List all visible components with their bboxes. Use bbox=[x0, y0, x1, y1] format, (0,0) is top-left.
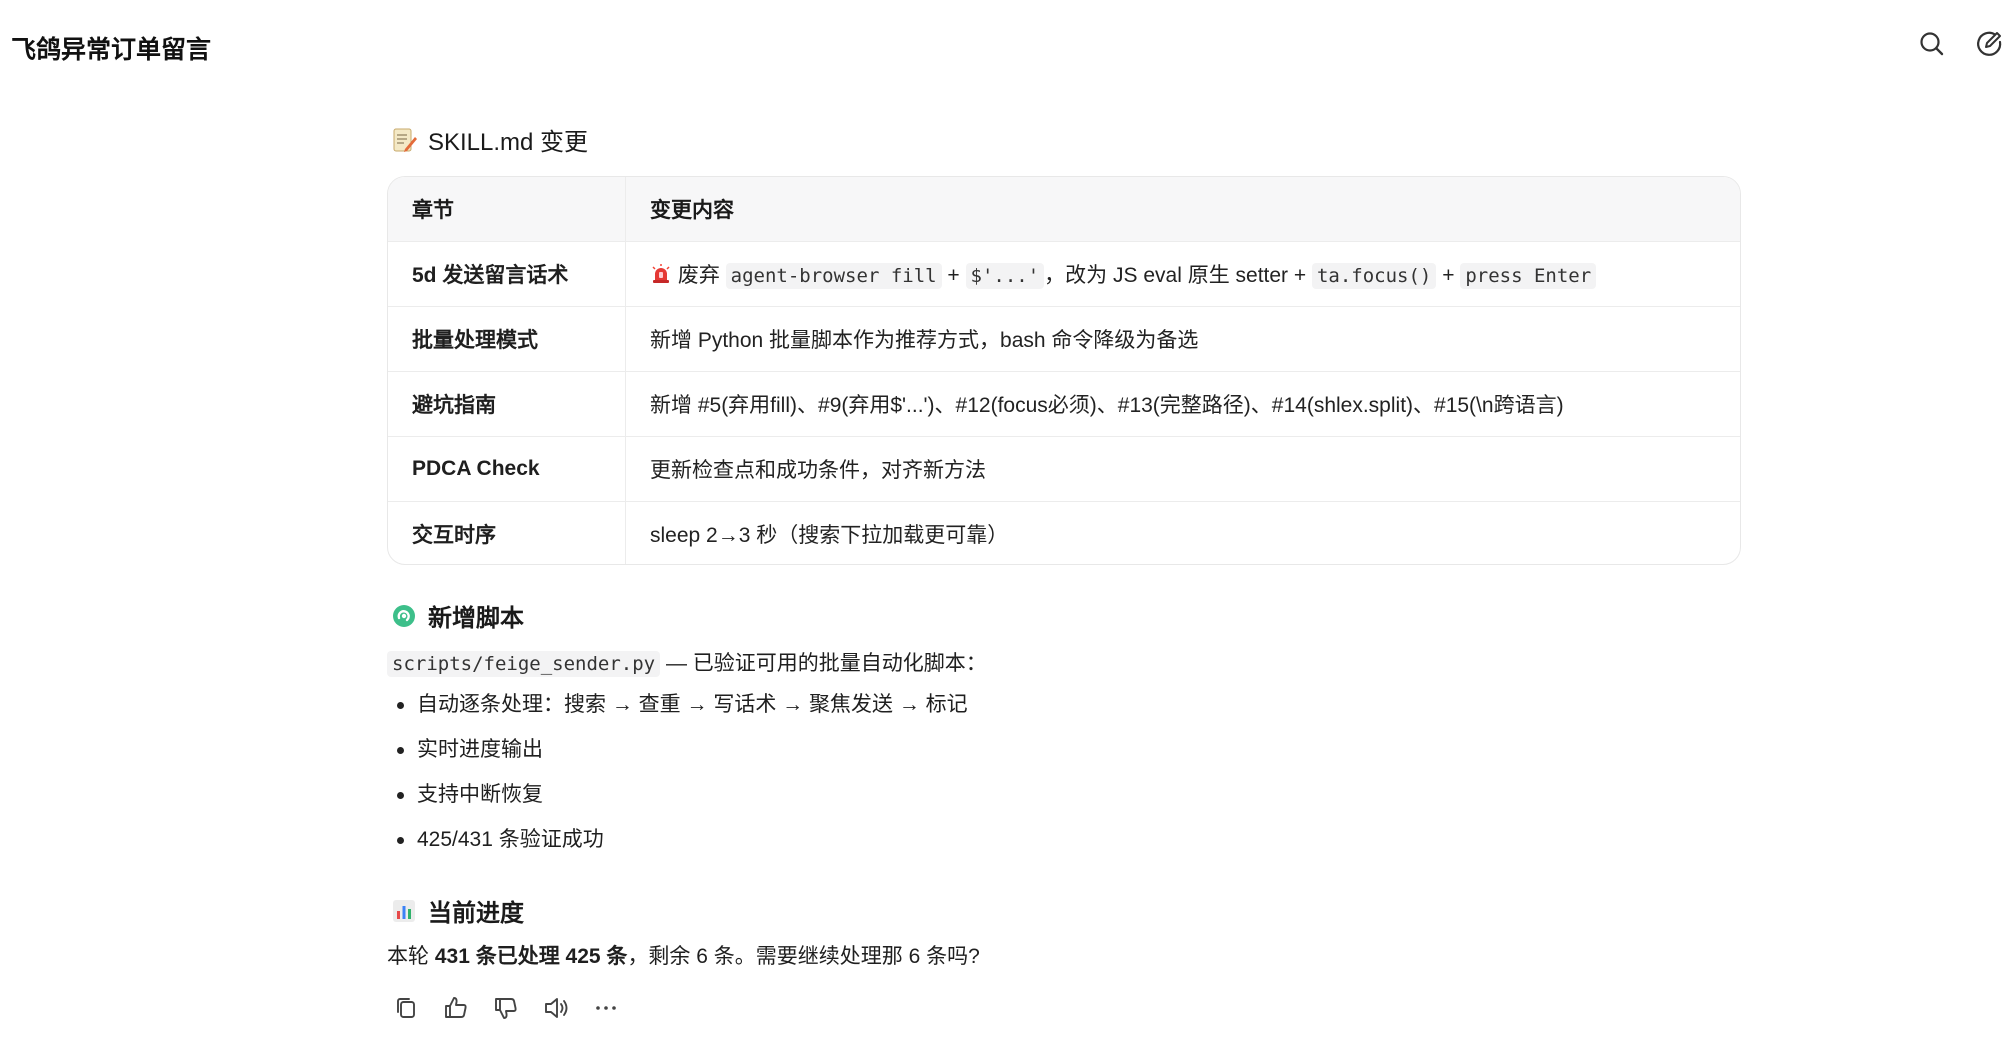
inline-code: press Enter bbox=[1460, 263, 1597, 289]
table-row: PDCA Check 更新检查点和成功条件，对齐新方法 bbox=[388, 436, 1740, 502]
list-item: 自动逐条处理：搜索 → 查重 → 写话术 → 聚焦发送 → 标记 bbox=[387, 690, 968, 735]
table-row: 5d 发送留言话术 废弃 agent-browser fill + $'...'… bbox=[388, 241, 1740, 307]
change-cell: sleep 2→3 秒（搜索下拉加载更可靠） bbox=[650, 524, 1009, 547]
change-cell: 新增 Python 批量脚本作为推荐方式，bash 命令降级为备选 bbox=[625, 306, 1740, 372]
progress-count: 431 条已处理 425 条 bbox=[434, 945, 628, 968]
script-feature-list: 自动逐条处理：搜索 → 查重 → 写话术 → 聚焦发送 → 标记 实时进度输出 … bbox=[387, 690, 968, 870]
inline-code: ta.focus() bbox=[1311, 263, 1437, 289]
script-heading-text: 新增脚本 bbox=[428, 605, 524, 632]
bar-chart-icon bbox=[391, 898, 417, 924]
speaker-icon[interactable] bbox=[540, 992, 572, 1024]
change-text: + bbox=[941, 264, 966, 287]
table-row: 交互时序 sleep 2→3 秒（搜索下拉加载更可靠） bbox=[388, 501, 1740, 564]
change-text: 废弃 bbox=[672, 264, 726, 287]
progress-heading: 当前进度 bbox=[391, 893, 524, 928]
table-row: 避坑指南 新增 #5(弃用fill)、#9(弃用$'...')、#12(focu… bbox=[388, 371, 1740, 437]
section-cell: 交互时序 bbox=[388, 501, 626, 564]
column-header: 变更内容 bbox=[625, 177, 1740, 242]
list-item: 425/431 条验证成功 bbox=[387, 825, 968, 870]
change-text: + bbox=[1436, 264, 1461, 287]
script-desc-text: — 已验证可用的批量自动化脚本： bbox=[660, 652, 987, 675]
more-icon[interactable] bbox=[590, 992, 622, 1024]
change-cell: 废弃 agent-browser fill + $'...' ，改为 JS eva… bbox=[625, 241, 1740, 307]
progress-text-part: 本轮 bbox=[387, 945, 435, 968]
progress-text-part: ，剩余 6 条。需要继续处理那 6 条吗? bbox=[627, 945, 980, 968]
thumbs-up-icon[interactable] bbox=[440, 992, 472, 1024]
thumbs-down-icon[interactable] bbox=[490, 992, 522, 1024]
copy-icon[interactable] bbox=[390, 992, 422, 1024]
memo-icon bbox=[391, 127, 417, 153]
changes-table: 章节 变更内容 5d 发送留言话术 废弃 agent-browser fill … bbox=[387, 176, 1741, 565]
script-path: scripts/feige_sender.py bbox=[387, 651, 661, 677]
change-cell: 更新检查点和成功条件，对齐新方法 bbox=[625, 436, 1740, 502]
page-title: 飞鸽异常订单留言 bbox=[11, 36, 212, 64]
search-icon[interactable] bbox=[1916, 28, 1948, 60]
section-cell: PDCA Check bbox=[388, 436, 626, 502]
list-item: 实时进度输出 bbox=[387, 735, 968, 780]
skill-heading: SKILL.md 变更 bbox=[391, 122, 588, 157]
script-description: scripts/feige_sender.py — 已验证可用的批量自动化脚本： bbox=[387, 647, 987, 677]
message-actions bbox=[387, 992, 647, 1024]
progress-heading-text: 当前进度 bbox=[428, 900, 524, 927]
skill-heading-text: SKILL.md 变更 bbox=[428, 129, 589, 156]
table-row: 批量处理模式 新增 Python 批量脚本作为推荐方式，bash 命令降级为备选 bbox=[388, 306, 1740, 372]
inline-code: agent-browser fill bbox=[725, 263, 942, 289]
change-cell: 新增 #5(弃用fill)、#9(弃用$'...')、#12(focus必须)、… bbox=[625, 371, 1740, 437]
column-header: 章节 bbox=[388, 177, 626, 242]
section-cell: 5d 发送留言话术 bbox=[388, 241, 626, 307]
progress-text: 本轮 431 条已处理 425 条，剩余 6 条。需要继续处理那 6 条吗? bbox=[387, 940, 980, 970]
change-text: ，改为 JS eval 原生 setter + bbox=[1044, 264, 1312, 287]
list-item: 支持中断恢复 bbox=[387, 780, 968, 825]
new-icon bbox=[391, 603, 417, 629]
siren-icon bbox=[650, 263, 672, 285]
script-heading: 新增脚本 bbox=[391, 598, 524, 633]
new-chat-icon[interactable] bbox=[1973, 28, 2005, 60]
section-cell: 避坑指南 bbox=[388, 371, 626, 437]
table-header-row: 章节 变更内容 bbox=[388, 177, 1740, 242]
inline-code: $'...' bbox=[965, 263, 1045, 289]
section-cell: 批量处理模式 bbox=[388, 306, 626, 372]
